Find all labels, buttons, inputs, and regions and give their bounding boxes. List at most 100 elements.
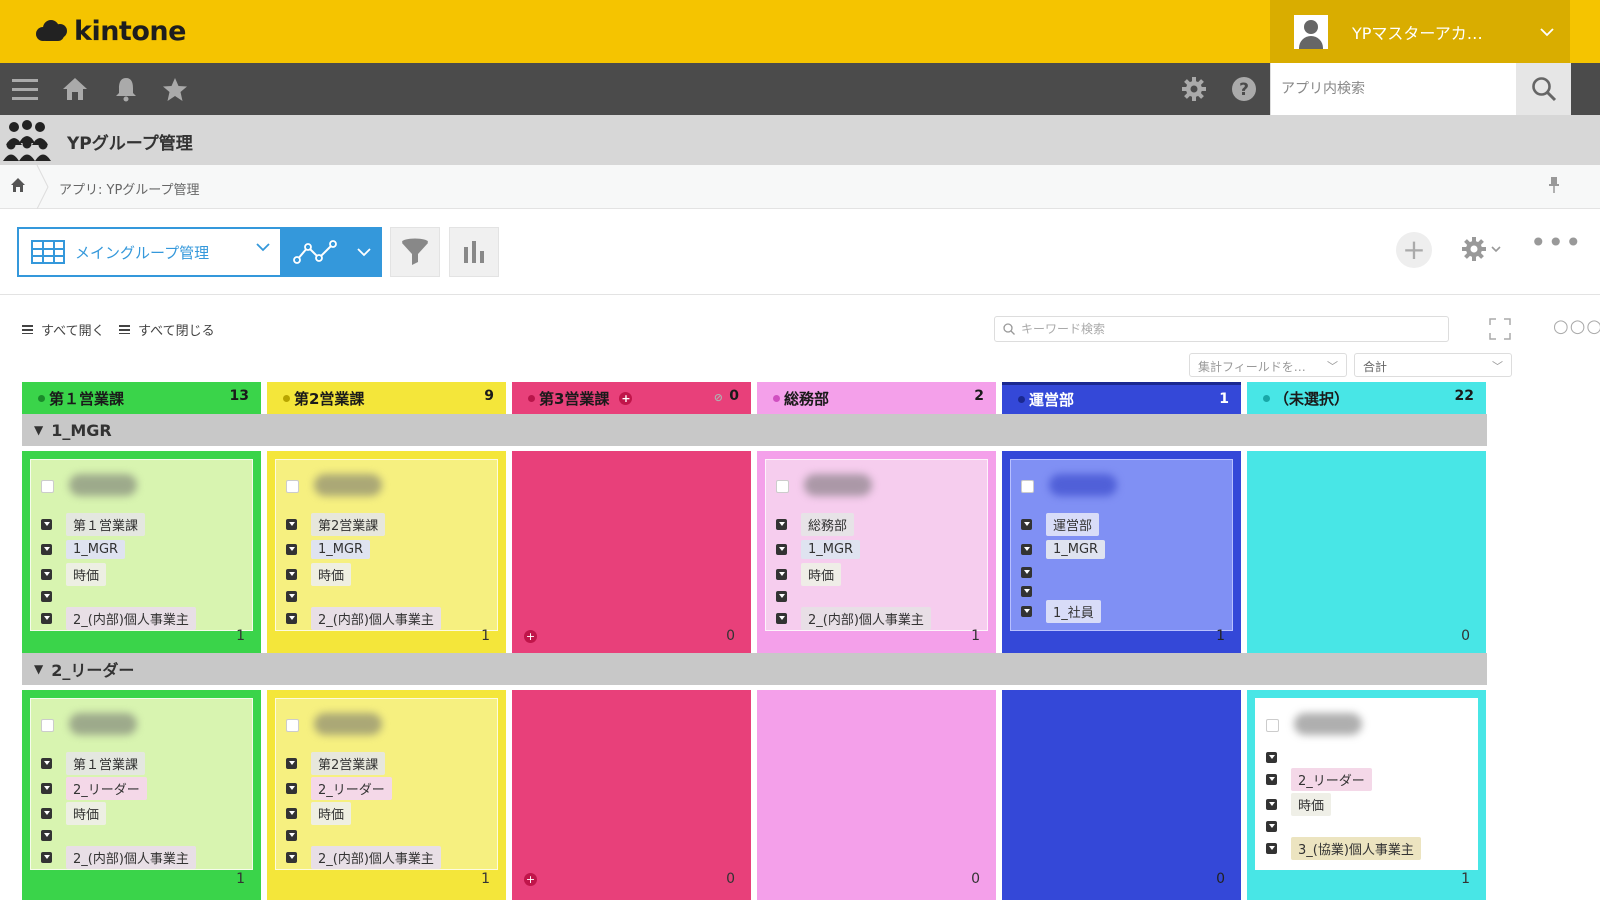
- app-header: YPグループ管理: [0, 115, 1600, 165]
- kanban-card[interactable]: 2_リーダー 時価 3_(協業)個人事業主: [1255, 698, 1478, 870]
- card-checkbox[interactable]: [1021, 480, 1034, 493]
- blurred-record-title[interactable]: [69, 474, 137, 496]
- pin-icon[interactable]: [1548, 176, 1560, 198]
- card-checkbox[interactable]: [41, 719, 54, 732]
- field-toggle-icon[interactable]: [1021, 605, 1032, 617]
- field-toggle-icon[interactable]: [41, 851, 52, 863]
- graph-button[interactable]: [449, 227, 499, 277]
- kintone-logo[interactable]: kintone: [36, 14, 186, 48]
- field-toggle-icon[interactable]: [286, 829, 297, 841]
- field-toggle-icon[interactable]: [41, 807, 52, 819]
- field-toggle-icon[interactable]: [41, 518, 52, 530]
- field-toggle-icon[interactable]: [41, 782, 52, 794]
- home-icon[interactable]: [10, 177, 26, 193]
- add-card-icon[interactable]: +: [524, 873, 537, 886]
- field-toggle-icon[interactable]: [286, 782, 297, 794]
- field-toggle-icon[interactable]: [1266, 842, 1277, 854]
- field-toggle-icon[interactable]: [286, 590, 297, 602]
- kanban-column-header[interactable]: （未選択） 22: [1247, 382, 1486, 414]
- field-toggle-icon[interactable]: [1266, 820, 1277, 832]
- collapse-all-button[interactable]: すべて閉じる: [119, 320, 215, 339]
- field-toggle-icon[interactable]: [41, 590, 52, 602]
- field-toggle-icon[interactable]: [776, 612, 787, 624]
- app-search-input[interactable]: [1271, 63, 1516, 115]
- field-toggle-icon[interactable]: [286, 568, 297, 580]
- status-dot-icon: [283, 394, 290, 402]
- gear-icon[interactable]: [1176, 71, 1212, 107]
- field-toggle-icon[interactable]: [776, 590, 787, 602]
- breadcrumb-app-link[interactable]: アプリ: YPグループ管理: [59, 179, 200, 198]
- field-toggle-icon[interactable]: [41, 612, 52, 624]
- app-settings-button[interactable]: [1455, 231, 1507, 267]
- kanban-column-header[interactable]: 第3営業課 + ⊘ 0: [512, 382, 751, 414]
- field-toggle-icon[interactable]: [41, 543, 52, 555]
- kanban-card[interactable]: 運営部 1_MGR 1_社員: [1010, 459, 1233, 631]
- view-selector[interactable]: メイングループ管理: [17, 227, 282, 277]
- fullscreen-icon[interactable]: [1489, 318, 1511, 340]
- home-icon[interactable]: [57, 71, 93, 107]
- kanban-column-header[interactable]: 第１営業課 13: [22, 382, 261, 414]
- card-checkbox[interactable]: [41, 480, 54, 493]
- field-toggle-icon[interactable]: [1021, 543, 1032, 555]
- search-button[interactable]: [1516, 63, 1571, 115]
- kanban-cell: 0: [757, 690, 996, 900]
- field-toggle-icon[interactable]: [1021, 566, 1032, 578]
- aggregate-field-select[interactable]: 集計フィールドを… ﹀: [1189, 353, 1347, 377]
- blurred-record-title[interactable]: [1049, 474, 1117, 496]
- blurred-record-title[interactable]: [314, 474, 382, 496]
- kanban-column-header[interactable]: 第2営業課 9: [267, 382, 506, 414]
- filter-button[interactable]: [390, 227, 440, 277]
- card-checkbox[interactable]: [286, 480, 299, 493]
- field-toggle-icon[interactable]: [1266, 798, 1277, 810]
- field-toggle-icon[interactable]: [1266, 751, 1277, 763]
- blurred-record-title[interactable]: [69, 713, 137, 735]
- field-toggle-icon[interactable]: [41, 757, 52, 769]
- kanban-card[interactable]: 第2営業課 2_リーダー 時価 2_(内部)個人事業主: [275, 698, 498, 870]
- card-field-row: [41, 825, 52, 845]
- help-icon[interactable]: ?: [1226, 71, 1262, 107]
- kanban-column-header[interactable]: 総務部 2: [757, 382, 996, 414]
- field-toggle-icon[interactable]: [1266, 773, 1277, 785]
- blurred-record-title[interactable]: [804, 474, 872, 496]
- graph-selector[interactable]: [282, 227, 382, 277]
- field-toggle-icon[interactable]: [41, 829, 52, 841]
- kanban-card[interactable]: 総務部 1_MGR 時価 2_(内部)個人事業主: [765, 459, 988, 631]
- field-toggle-icon[interactable]: [286, 851, 297, 863]
- add-card-icon[interactable]: +: [619, 391, 633, 405]
- add-record-button[interactable]: +: [1396, 232, 1432, 268]
- field-toggle-icon[interactable]: [286, 518, 297, 530]
- field-toggle-icon[interactable]: [41, 568, 52, 580]
- kanban-card[interactable]: 第１営業課 1_MGR 時価 2_(内部)個人事業主: [30, 459, 253, 631]
- field-toggle-icon[interactable]: [1021, 585, 1032, 597]
- field-toggle-icon[interactable]: [286, 757, 297, 769]
- app-title: YPグループ管理: [67, 134, 193, 154]
- field-toggle-icon[interactable]: [776, 518, 787, 530]
- field-toggle-icon[interactable]: [286, 543, 297, 555]
- kanban-card[interactable]: 第１営業課 2_リーダー 時価 2_(内部)個人事業主: [30, 698, 253, 870]
- blurred-record-title[interactable]: [314, 713, 382, 735]
- field-toggle-icon[interactable]: [776, 568, 787, 580]
- field-toggle-icon[interactable]: [286, 807, 297, 819]
- field-toggle-icon[interactable]: [1021, 518, 1032, 530]
- bell-icon[interactable]: [108, 71, 144, 107]
- cell-total: 1: [481, 628, 490, 644]
- swimlane-header[interactable]: ▼ 2_リーダー: [22, 653, 1487, 685]
- more-options-icon[interactable]: •••: [1530, 229, 1582, 263]
- swimlane-header[interactable]: ▼ 1_MGR: [22, 414, 1487, 446]
- field-toggle-icon[interactable]: [286, 612, 297, 624]
- kanban-card[interactable]: 第2営業課 1_MGR 時価 2_(内部)個人事業主: [275, 459, 498, 631]
- user-menu[interactable]: YPマスターアカ…: [1270, 0, 1570, 63]
- menu-icon[interactable]: [7, 71, 43, 107]
- kanban-more-icon[interactable]: ○○○: [1553, 316, 1600, 337]
- aggregate-type-select[interactable]: 合計 ﹀: [1354, 353, 1512, 377]
- field-toggle-icon[interactable]: [776, 543, 787, 555]
- card-checkbox[interactable]: [286, 719, 299, 732]
- add-card-icon[interactable]: +: [524, 630, 537, 643]
- keyword-search-input[interactable]: [1021, 317, 1441, 341]
- card-checkbox[interactable]: [1266, 719, 1279, 732]
- star-icon[interactable]: [157, 71, 193, 107]
- kanban-column-header[interactable]: 運営部 1: [1002, 382, 1241, 414]
- card-checkbox[interactable]: [776, 480, 789, 493]
- blurred-record-title[interactable]: [1294, 713, 1362, 735]
- expand-all-button[interactable]: すべて開く: [22, 320, 105, 339]
